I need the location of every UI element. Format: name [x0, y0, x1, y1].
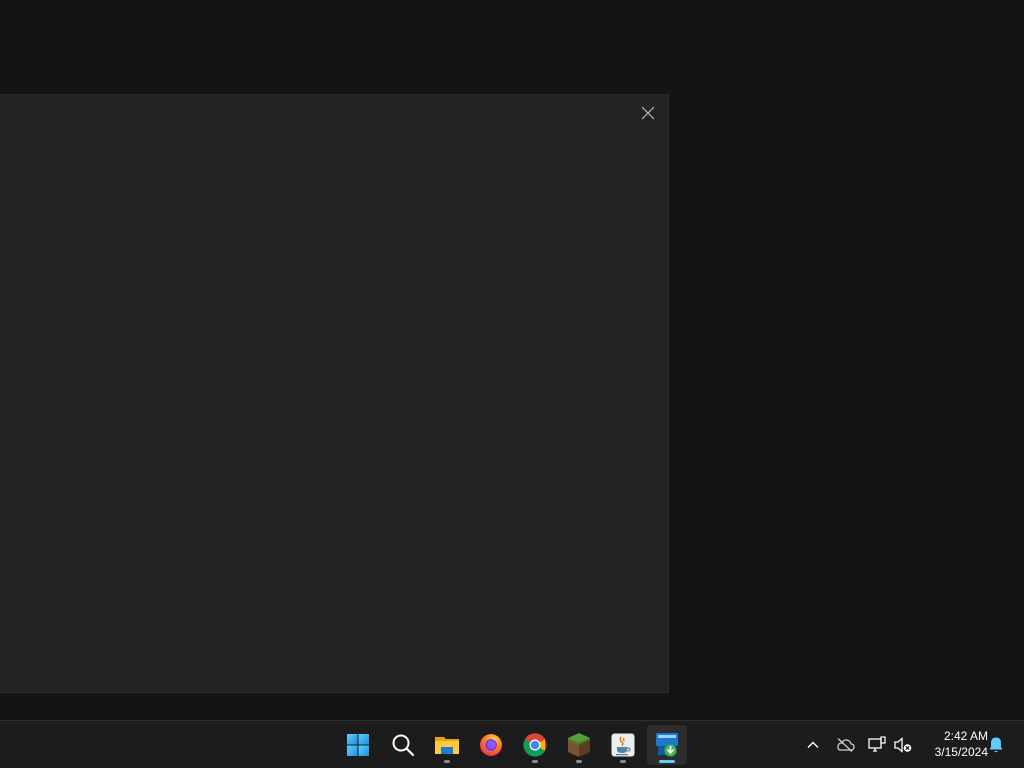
installer-button[interactable]: [647, 725, 687, 765]
firefox-button[interactable]: [471, 725, 511, 765]
running-indicator: [532, 760, 538, 763]
network-icon: [868, 736, 886, 752]
start-button[interactable]: [338, 725, 378, 765]
running-indicator: [659, 760, 675, 763]
java-button[interactable]: [603, 725, 643, 765]
running-indicator: [620, 760, 626, 763]
onedrive-button[interactable]: [833, 733, 857, 757]
grass-block-icon: [568, 733, 590, 757]
close-button[interactable]: [636, 101, 660, 125]
volume-muted-icon: [894, 737, 912, 753]
running-indicator: [444, 760, 450, 763]
dialog-window: [0, 94, 669, 693]
firefox-icon: [480, 734, 502, 756]
installer-icon: [656, 733, 678, 757]
close-icon: [641, 106, 655, 120]
clock[interactable]: 2:42 AM 3/15/2024: [918, 728, 988, 760]
chevron-up-icon: [807, 741, 819, 748]
desktop: [0, 0, 1024, 720]
clock-time: 2:42 AM: [943, 729, 988, 743]
search-icon: [392, 734, 415, 757]
minecraft-button[interactable]: [559, 725, 599, 765]
java-icon: [611, 733, 635, 757]
show-hidden-icons-button[interactable]: [801, 733, 825, 757]
chrome-button[interactable]: [515, 725, 555, 765]
network-button[interactable]: [865, 733, 889, 757]
onedrive-offline-icon: [837, 738, 855, 752]
taskbar: 2:42 AM 3/15/2024: [0, 720, 1024, 768]
file-explorer-button[interactable]: [427, 725, 467, 765]
clock-date: 3/15/2024: [934, 745, 988, 759]
running-indicator: [576, 760, 582, 763]
chrome-icon: [523, 733, 547, 757]
search-button[interactable]: [383, 725, 423, 765]
windows-logo-icon: [347, 734, 369, 756]
notifications-button[interactable]: [984, 733, 1008, 757]
notification-bell-icon: [989, 737, 1003, 753]
volume-button[interactable]: [891, 733, 915, 757]
folder-icon: [435, 737, 459, 754]
